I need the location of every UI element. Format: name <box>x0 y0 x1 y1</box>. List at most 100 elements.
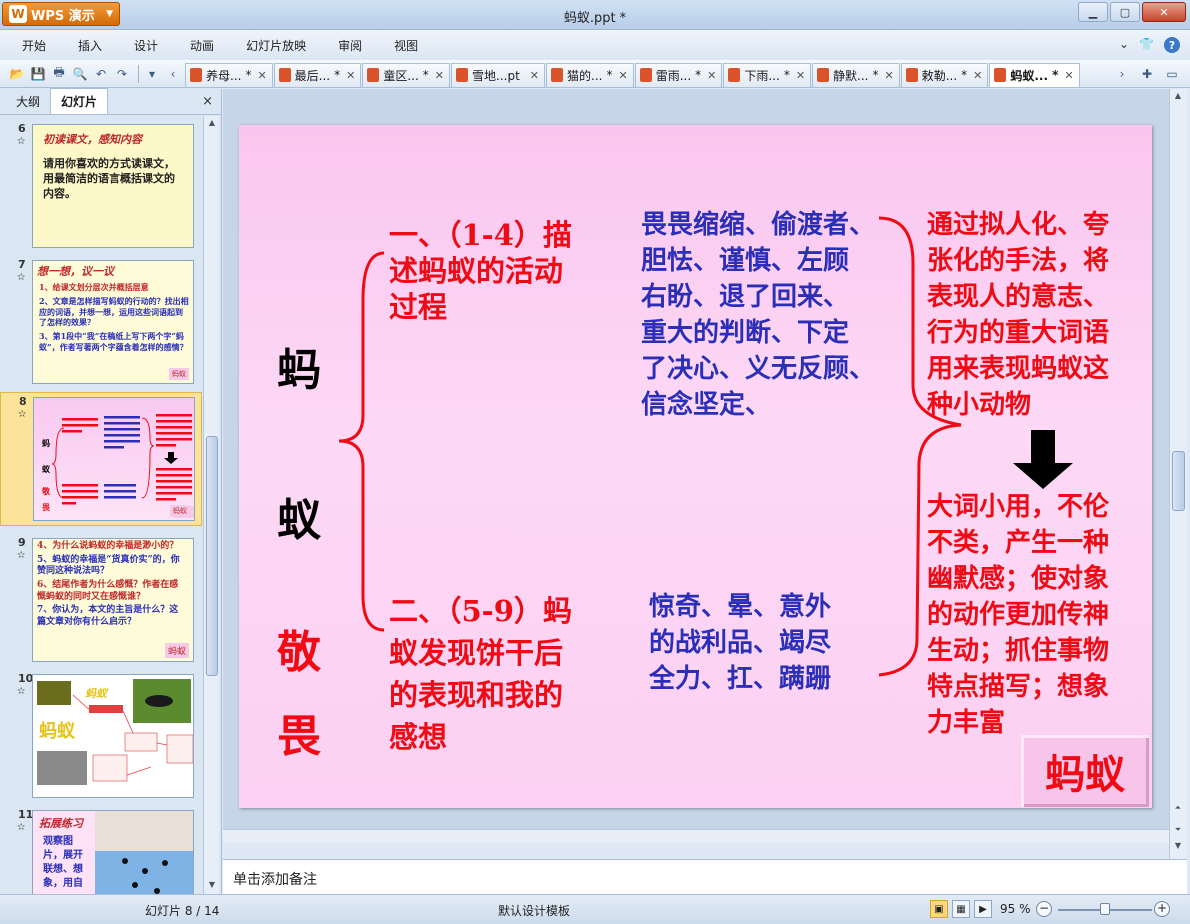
close-tab-icon[interactable]: ✕ <box>530 69 539 82</box>
scroll-up-icon[interactable]: ▲ <box>1172 91 1184 103</box>
editor-vertical-scrollbar[interactable]: ▲ ⏶ ⏷ ▼ <box>1169 89 1187 859</box>
scroll-up-icon[interactable]: ▲ <box>206 118 218 130</box>
slideshow-view-icon[interactable]: ▶ <box>974 900 992 918</box>
close-tab-icon[interactable]: ✕ <box>707 69 716 82</box>
redo-icon[interactable]: ↷ <box>113 65 131 83</box>
doc-tab[interactable]: 最后... * ✕ <box>273 62 362 87</box>
window-title: 蚂蚁.ppt * <box>563 11 627 26</box>
notes-pane[interactable]: 单击添加备注 <box>223 859 1187 894</box>
menu-home[interactable]: 开始 <box>22 37 46 54</box>
thumb-body: 观察图片，展开联想、想象，用自 <box>43 836 83 889</box>
zoom-slider-handle[interactable] <box>1100 903 1110 915</box>
close-tab-icon[interactable]: ✕ <box>973 69 982 82</box>
tab-scroll-right-icon[interactable]: › <box>1113 65 1131 83</box>
menu-view[interactable]: 视图 <box>394 37 418 54</box>
help-icon[interactable]: ? <box>1164 37 1180 53</box>
close-tab-icon[interactable]: ✕ <box>346 69 355 82</box>
ppt-file-icon <box>551 68 564 82</box>
close-tab-icon[interactable]: ✕ <box>435 69 444 82</box>
menu-animation[interactable]: 动画 <box>190 37 214 54</box>
part1-words: 畏畏缩缩、偷渡者、 胆怯、谨慎、左顾 右盼、退了回来、 重大的判断、下定 了决心… <box>641 210 876 420</box>
vertical-char: 畏 <box>277 711 321 762</box>
effect-text: 大词小用，不伦 不类，产生一种 幽默感；使对象 的动作更加传神 生动；抓住事物 … <box>927 492 1110 738</box>
slide-sorter-icon[interactable]: ▦ <box>952 900 970 918</box>
close-tab-icon[interactable]: ✕ <box>257 69 266 82</box>
doc-tab[interactable]: 雷雨... * ✕ <box>634 62 723 87</box>
quick-access-toolbar: 📂 💾 🖶 🔍 ↶ ↷ ▾ ‹ 养母... * ✕ 最后... * ✕ 童区... * ✕ … <box>0 60 1190 88</box>
menu-slideshow[interactable]: 幻灯片放映 <box>246 37 306 54</box>
close-button[interactable]: ✕ <box>1142 2 1186 22</box>
close-tab-icon[interactable]: ✕ <box>1064 69 1073 82</box>
slide-8[interactable]: 蚂 蚁 敬 畏 一、（1-4）描 述蚂蚁的活动 过程 畏畏缩缩、偷渡者、 胆怯、… <box>239 125 1152 808</box>
editor-horizontal-scrollbar[interactable] <box>223 829 1169 843</box>
doc-tab[interactable]: 下雨... * ✕ <box>723 62 812 87</box>
minimize-button[interactable]: ▁ <box>1078 2 1108 22</box>
doc-tab[interactable]: 养母... * ✕ <box>185 62 273 87</box>
left-brace <box>338 251 385 632</box>
close-panel-icon[interactable]: × <box>202 94 213 109</box>
doc-tab-active[interactable]: 蚂蚁... * ✕ <box>989 62 1080 87</box>
doc-tab[interactable]: 猫的... * ✕ <box>546 62 634 87</box>
doc-tab[interactable]: 童区... * ✕ <box>362 62 451 87</box>
undo-icon[interactable]: ↶ <box>92 65 110 83</box>
slide-number: 8 <box>19 395 27 408</box>
tab-scroll-left-icon[interactable]: ‹ <box>164 65 182 83</box>
maximize-button[interactable]: ▢ <box>1110 2 1140 22</box>
animation-star-icon: ✫ <box>17 686 26 697</box>
menu-bar: 开始 插入 设计 动画 幻灯片放映 审阅 视图 ⌄ 👕 ? <box>0 30 1190 60</box>
doc-tab[interactable]: 雪地...pt ✕ <box>451 62 546 87</box>
slide-thumbnail-9[interactable]: 9 ✫ 4、为什么说蚂蚁的幸福是渺小的？ 5、蚂蚁的幸福是“货真价实”的，你赞同… <box>0 534 202 662</box>
next-slide-icon[interactable]: ⏷ <box>1172 825 1184 837</box>
scroll-thumb[interactable] <box>1172 451 1185 511</box>
ppt-file-icon <box>994 68 1007 82</box>
scroll-down-icon[interactable]: ▼ <box>206 880 218 892</box>
thumb-body: 请用你喜欢的方式读课文，用最简洁的语言概括课文的内容。 <box>43 157 175 200</box>
menu-insert[interactable]: 插入 <box>78 37 102 54</box>
print-icon[interactable]: 🖶 <box>50 65 68 83</box>
close-tab-icon[interactable]: ✕ <box>796 69 805 82</box>
save-icon[interactable]: 💾 <box>29 65 47 83</box>
skin-icon[interactable]: 👕 <box>1139 37 1154 53</box>
part1-heading: 一、（1-4）描 述蚂蚁的活动 过程 <box>389 218 572 324</box>
customize-icon[interactable]: ▾ <box>143 65 161 83</box>
open-icon[interactable]: 📂 <box>8 65 26 83</box>
thumb-tag: 蚂蚁 <box>164 643 189 658</box>
doc-tab-label: 蚂蚁... <box>1010 68 1049 83</box>
print-preview-icon[interactable]: 🔍 <box>71 65 89 83</box>
close-tab-icon[interactable]: ✕ <box>884 69 893 82</box>
svg-text:蚂蚁: 蚂蚁 <box>39 721 76 742</box>
tab-list-icon[interactable]: ▭ <box>1163 65 1181 83</box>
doc-tab[interactable]: 敕勒... * ✕ <box>900 62 989 87</box>
slide-number: 9 <box>18 536 26 549</box>
tab-outline[interactable]: 大纲 <box>6 89 50 114</box>
prev-slide-icon[interactable]: ⏶ <box>1172 803 1184 815</box>
doc-tab[interactable]: 静默... * ✕ <box>812 62 900 87</box>
thumb-preview: 蚂 蚁 敬 畏 <box>41 414 194 518</box>
scroll-thumb[interactable] <box>206 436 218 676</box>
new-tab-icon[interactable]: ✚ <box>1138 65 1156 83</box>
title-badge[interactable]: 蚂蚁 <box>1021 735 1149 807</box>
slide-thumbnail-7[interactable]: 7 ✫ 想一想，议一议 1、给课文划分层次并概括层意 2、文章是怎样描写蚂蚁的行… <box>0 256 202 384</box>
tab-slides[interactable]: 幻灯片 <box>50 88 109 114</box>
slides-panel: 大纲 幻灯片 × 6 ✫ 初读课文，感知内容 请用你喜欢的方式读课文，用最简洁的… <box>0 88 222 894</box>
menu-design[interactable]: 设计 <box>134 37 158 54</box>
slide-number: 6 <box>18 122 26 135</box>
slide-thumbnail-10[interactable]: 10 ✫ 蚂蚁 蚂蚁 <box>0 670 202 798</box>
doc-tab-label: 最后... <box>294 68 331 83</box>
doc-tab-label: 静默... <box>833 68 869 83</box>
close-tab-icon[interactable]: ✕ <box>618 69 627 82</box>
slide-thumbnail-8[interactable]: 8 ✫ 蚂 蚁 敬 畏 蚂蚁 <box>0 392 202 526</box>
animation-star-icon: ✫ <box>17 550 26 561</box>
template-name[interactable]: 默认设计模板 <box>498 902 570 919</box>
zoom-out-icon[interactable]: − <box>1036 901 1052 917</box>
zoom-in-icon[interactable]: + <box>1154 901 1170 917</box>
collapse-ribbon-icon[interactable]: ⌄ <box>1119 37 1129 53</box>
thumb-photo <box>95 811 193 894</box>
scroll-down-icon[interactable]: ▼ <box>1172 841 1184 853</box>
menu-review[interactable]: 审阅 <box>338 37 362 54</box>
slide-thumbnail-11[interactable]: 11 ✫ 拓展练习 观察图片，展开联想、想象，用自 <box>0 806 202 894</box>
vertical-char: 蚁 <box>277 495 321 546</box>
normal-view-icon[interactable]: ▣ <box>930 900 948 918</box>
slide-thumbnail-6[interactable]: 6 ✫ 初读课文，感知内容 请用你喜欢的方式读课文，用最简洁的语言概括课文的内容… <box>0 120 202 248</box>
thumbnail-scrollbar[interactable]: ▲ ▼ <box>203 116 219 894</box>
